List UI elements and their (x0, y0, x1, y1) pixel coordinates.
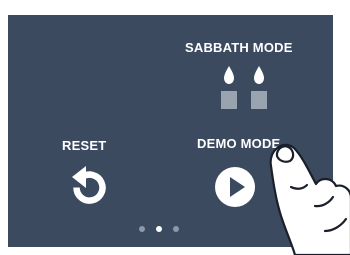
demo-mode-play-button[interactable] (214, 166, 256, 208)
reset-label: RESET (62, 138, 107, 153)
page-dot-active[interactable] (156, 226, 162, 232)
candle-icon[interactable] (220, 65, 238, 109)
page-dot[interactable] (139, 226, 145, 232)
reset-arrow-icon (72, 166, 106, 204)
page-indicator (139, 226, 179, 232)
control-panel-screen: SABBATH MODE RESET DEMO MODE (8, 15, 333, 247)
page-dot[interactable] (173, 226, 179, 232)
reset-button[interactable] (66, 162, 112, 208)
demo-mode-label: DEMO MODE (197, 136, 281, 151)
candle-icon[interactable] (250, 65, 268, 109)
sabbath-mode-label: SABBATH MODE (185, 40, 293, 55)
